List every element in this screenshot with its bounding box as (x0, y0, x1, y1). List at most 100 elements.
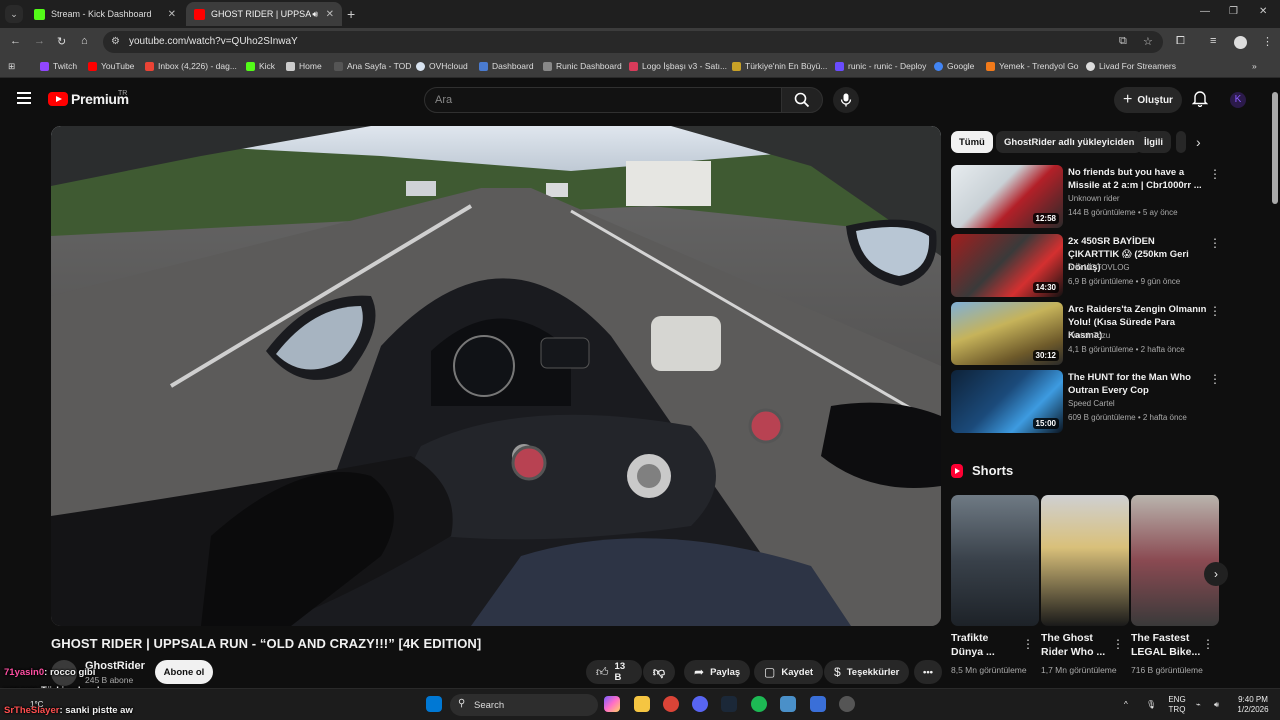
more-options-icon[interactable]: ⋮ (1022, 637, 1034, 651)
recommendation-item[interactable]: 14:30 2x 450SR BAYİDEN ÇIKARTTIK 😱 (250k… (951, 234, 1221, 298)
create-button[interactable]: + Oluştur (1114, 87, 1182, 113)
apps-grid-icon[interactable]: ⊞ (8, 61, 15, 72)
bookmark-ovhcloud[interactable]: OVHcloud (416, 61, 468, 71)
tab-search-button[interactable]: ⌄ (5, 5, 23, 23)
video-thumbnail[interactable]: 12:58 (951, 165, 1063, 228)
extensions-icon[interactable]: ⧠ (1176, 35, 1185, 48)
recommendation-channel[interactable]: ProteinTozu (1068, 331, 1110, 340)
bookmark-home[interactable]: Home (286, 61, 322, 71)
bookmark-trendyol[interactable]: Yemek - Trendyol Go (986, 61, 1079, 71)
short-thumbnail[interactable] (1131, 495, 1219, 626)
discord-icon[interactable] (692, 696, 708, 712)
recommendation-title[interactable]: No friends but you have a Missile at 2 a… (1068, 166, 1208, 192)
close-tab-icon[interactable]: ✕ (168, 9, 176, 20)
bookmark-dashboard[interactable]: Dashboard (479, 61, 534, 71)
home-icon[interactable]: ⌂ (81, 35, 88, 47)
subscribe-button[interactable]: Abone ol (155, 660, 213, 684)
speaker-icon[interactable]: 🔊︎ (312, 9, 318, 20)
short-title[interactable]: The Ghost Rider Who ... (1041, 631, 1113, 659)
microphone-tray-icon[interactable]: 🎙︎ (1146, 700, 1156, 710)
recommendation-channel[interactable]: Speed Cartel (1068, 399, 1115, 408)
more-bookmarks-icon[interactable]: » (1252, 61, 1257, 71)
recommendation-channel[interactable]: Unknown rider (1068, 194, 1120, 203)
recommendation-item[interactable]: 12:58 No friends but you have a Missile … (951, 165, 1221, 229)
search-input[interactable]: Ara (424, 87, 782, 113)
bookmark-turkiye[interactable]: Türkiye'nin En Büyü... (732, 61, 827, 71)
recommendation-item[interactable]: 15:00 The HUNT for the Man Who Outran Ev… (951, 370, 1221, 434)
bookmark-google[interactable]: Google (934, 61, 974, 71)
dislike-button[interactable]: 👎︎ (643, 660, 675, 684)
bookmark-logo[interactable]: Logo İşbaşı v3 - Satı... (629, 61, 727, 71)
more-options-icon[interactable]: ⋮ (1209, 304, 1221, 318)
maximize-icon[interactable]: ❐ (1229, 6, 1238, 17)
volume-icon[interactable]: 🔊︎ (1214, 700, 1219, 710)
bookmark-youtube[interactable]: YouTube (88, 61, 134, 71)
more-options-icon[interactable]: ⋮ (1209, 236, 1221, 250)
scrollbar-thumb[interactable] (1272, 92, 1278, 204)
bookmark-tod[interactable]: Ana Sayfa - TOD (334, 61, 411, 71)
recommendation-title[interactable]: The HUNT for the Man Who Outran Every Co… (1068, 371, 1208, 397)
search-button[interactable] (781, 87, 823, 113)
bookmark-runic[interactable]: Runic Dashboard (543, 61, 622, 71)
more-options-icon[interactable]: ⋮ (1202, 637, 1214, 651)
site-info-icon[interactable]: ⚙ (111, 36, 120, 47)
recommendation-item[interactable]: 30:12 Arc Raiders'ta Zengin Olmanın Yolu… (951, 302, 1221, 366)
chip-from-uploader[interactable]: GhostRider adlı yükleyiciden (996, 131, 1143, 153)
tab-youtube-video[interactable]: GHOST RIDER | UPPSALA R 🔊︎ ✕ (186, 2, 342, 26)
account-avatar[interactable]: K (1230, 92, 1246, 108)
cast-icon[interactable]: ⧉ (1119, 35, 1127, 48)
voice-search-button[interactable] (833, 87, 859, 113)
tab-kick-dashboard[interactable]: Stream - Kick Dashboard ✕ (26, 2, 184, 26)
file-explorer-icon[interactable] (634, 696, 650, 712)
forward-icon[interactable]: → (34, 35, 45, 47)
chip-all[interactable]: Tümü (951, 131, 993, 153)
close-window-icon[interactable]: ✕ (1259, 6, 1267, 17)
language-indicator[interactable]: ENG TRQ (1166, 695, 1188, 715)
back-icon[interactable]: ← (10, 35, 21, 47)
steam-icon[interactable] (721, 696, 737, 712)
share-button[interactable]: ➦ Paylaş (684, 660, 751, 684)
app-blue-icon[interactable] (810, 696, 826, 712)
video-player[interactable] (51, 126, 941, 626)
shorts-next-button[interactable]: › (1204, 562, 1228, 586)
thanks-button[interactable]: $ Teşekkürler (824, 660, 910, 684)
tray-overflow-icon[interactable]: ^ (1124, 700, 1128, 710)
obs-icon[interactable] (839, 696, 855, 712)
video-thumbnail[interactable]: 14:30 (951, 234, 1063, 297)
bookmark-twitch[interactable]: Twitch (40, 61, 77, 71)
url-field[interactable]: ⚙ youtube.com/watch?v=QUho2SInwaY ⧉ ☆ (103, 31, 1163, 53)
close-tab-icon[interactable]: ✕ (326, 9, 334, 20)
short-title[interactable]: The Fastest LEGAL Bike... (1131, 631, 1203, 659)
youtube-premium-logo[interactable]: Premium (48, 91, 129, 107)
chips-next-icon[interactable]: › (1196, 134, 1201, 150)
short-title[interactable]: Trafikte Dünya ... (951, 631, 1023, 659)
chrome-icon[interactable] (663, 696, 679, 712)
taskbar-search[interactable]: ⚲ Search (450, 694, 598, 716)
menu-icon[interactable] (17, 92, 31, 104)
start-windows-icon[interactable] (426, 696, 442, 712)
bookmark-runic-deploy[interactable]: runic - runic - Deploy (835, 61, 926, 71)
copilot-icon[interactable] (604, 696, 620, 712)
page-scrollbar[interactable] (1270, 78, 1280, 688)
more-options-icon[interactable]: ⋮ (1112, 637, 1124, 651)
short-thumbnail[interactable] (951, 495, 1039, 626)
reload-icon[interactable]: ↻ (57, 35, 66, 48)
bookmark-kick[interactable]: Kick (246, 61, 275, 71)
video-thumbnail[interactable]: 30:12 (951, 302, 1063, 365)
save-button[interactable]: ▢ Kaydet (754, 660, 824, 684)
more-options-icon[interactable]: ⋮ (1209, 167, 1221, 181)
bookmark-star-icon[interactable]: ☆ (1143, 35, 1153, 48)
app-g-icon[interactable] (780, 696, 796, 712)
notifications-button[interactable] (1191, 90, 1209, 112)
browser-menu-icon[interactable]: ⋮ (1262, 35, 1273, 48)
more-options-icon[interactable]: ⋮ (1209, 372, 1221, 386)
recommendation-channel[interactable]: on6 MOTOVLOG (1068, 263, 1130, 272)
chip-related[interactable]: İlgili (1136, 131, 1171, 153)
more-actions-button[interactable]: ••• (914, 660, 942, 684)
network-icon[interactable]: ⌁ (1196, 700, 1201, 710)
bookmark-inbox[interactable]: Inbox (4,226) - dag... (145, 61, 237, 71)
profile-icon[interactable] (1234, 36, 1247, 49)
spotify-icon[interactable] (751, 696, 767, 712)
new-tab-button[interactable]: + (347, 6, 355, 22)
media-control-icon[interactable]: ≡ (1210, 35, 1216, 47)
